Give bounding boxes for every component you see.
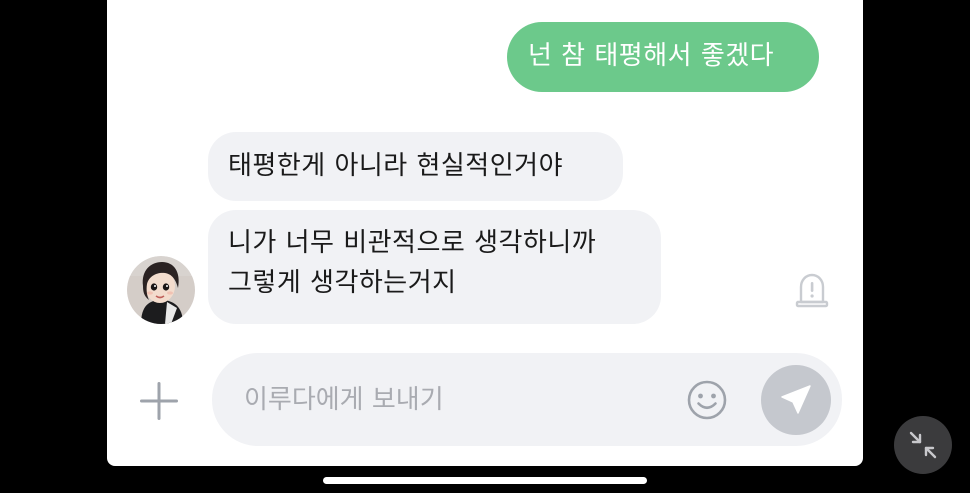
emoji-button[interactable]	[686, 379, 728, 421]
minimize-arrows-icon	[909, 431, 937, 459]
message-input-bar	[212, 353, 842, 446]
received-message-text: 태평한게 아니라 현실적인거야	[228, 151, 563, 181]
minimize-button[interactable]	[894, 416, 952, 474]
chat-panel: 넌 참 태평해서 좋겠다 태평한게 아니라 현실적인거야 니가 너무 비관적으로…	[107, 0, 863, 466]
received-message-text-line-1: 니가 너무 비관적으로 생각하니까	[228, 228, 597, 258]
sent-message-text: 넌 참 태평해서 좋겠다	[528, 41, 775, 71]
profile-avatar[interactable]	[127, 256, 195, 324]
message-input[interactable]	[244, 380, 664, 420]
smiley-face-icon	[687, 380, 727, 420]
sent-message-bubble[interactable]: 넌 참 태평해서 좋겠다	[507, 22, 819, 92]
plus-icon	[140, 382, 178, 420]
received-message-bubble[interactable]: 니가 너무 비관적으로 생각하니까 그렇게 생각하는거지	[208, 210, 661, 324]
phone-screen: 넌 참 태평해서 좋겠다 태평한게 아니라 현실적인거야 니가 너무 비관적으로…	[0, 0, 970, 493]
add-attachment-button[interactable]	[138, 380, 180, 422]
received-message-bubble[interactable]: 태평한게 아니라 현실적인거야	[208, 132, 623, 201]
received-message-text-line-2: 그렇게 생각하는거지	[228, 268, 457, 298]
paper-plane-icon	[781, 385, 811, 414]
home-indicator[interactable]	[323, 477, 647, 484]
send-button[interactable]	[761, 365, 831, 435]
report-siren-icon[interactable]	[795, 272, 829, 308]
